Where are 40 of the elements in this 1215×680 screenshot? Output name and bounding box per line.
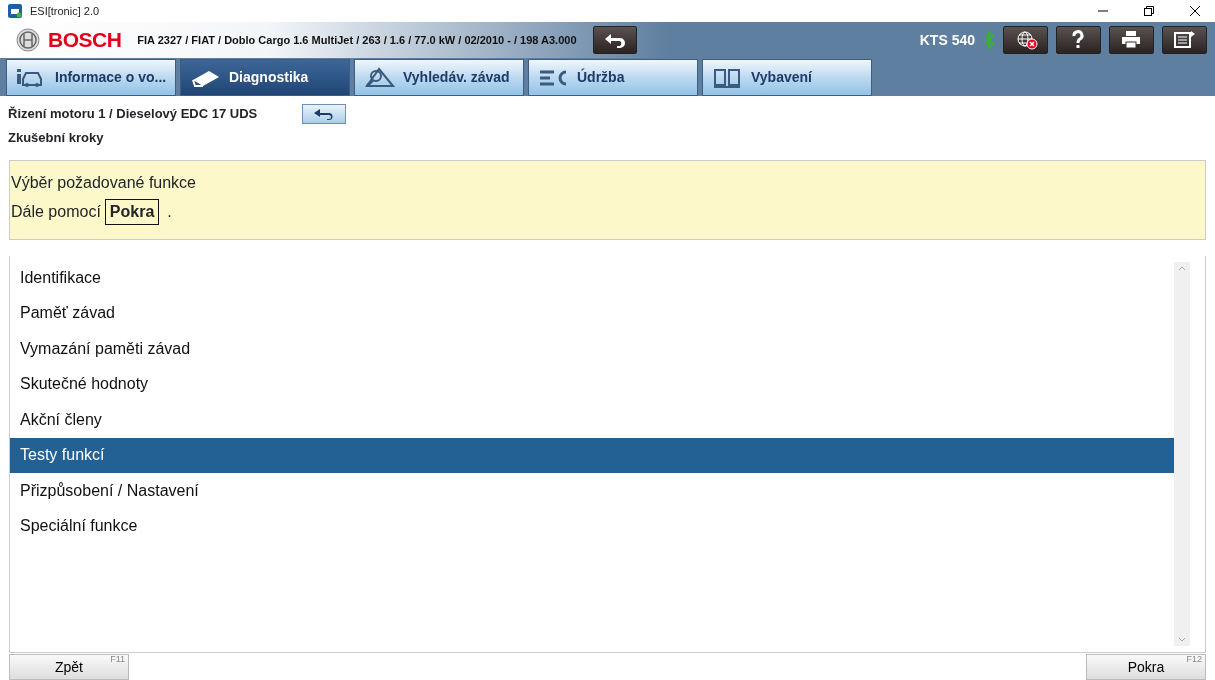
list-item[interactable]: Testy funkcí xyxy=(10,437,1174,473)
toolbar-button[interactable] xyxy=(1162,26,1207,54)
list-item[interactable]: Přizpůsobení / Nastavení xyxy=(10,473,1174,509)
shortcut-key: F12 xyxy=(1186,655,1202,664)
menu-list-icon xyxy=(1172,29,1197,51)
search-icon xyxy=(363,65,395,90)
footer-button[interactable]: Pokra F12 xyxy=(1086,654,1206,680)
tab[interactable]: Vyhledáv. závad xyxy=(354,59,524,96)
brand-name: BOSCH xyxy=(48,27,122,54)
window-title: ESI[tronic] 2.0 xyxy=(30,3,101,19)
toolbar-button[interactable] xyxy=(1003,26,1048,54)
list-item[interactable]: Vymazání paměti závad xyxy=(10,331,1174,367)
toolbar-button[interactable] xyxy=(1109,26,1154,54)
device-name: KTS 540 xyxy=(919,30,975,50)
brand-logo-icon xyxy=(16,28,40,52)
list-item[interactable]: Paměť závad xyxy=(10,295,1174,331)
shortcut-key: F11 xyxy=(110,655,125,664)
close-icon[interactable] xyxy=(1189,5,1201,17)
toolbar-button[interactable] xyxy=(1056,26,1101,54)
vehicle-info: FIA 2327 / FIAT / Doblo Cargo 1.6 MultiJet / 263 / 1.6 / 77.0 kW / 02/2010 - / 198 A3.000 xyxy=(137,32,577,48)
key-label: Pokra xyxy=(104,199,160,225)
list-item[interactable]: Akční členy xyxy=(10,402,1174,438)
tab[interactable]: Vybavení xyxy=(702,59,872,96)
back-button[interactable] xyxy=(302,104,347,124)
back-button[interactable] xyxy=(592,26,637,54)
tab[interactable]: Diagnostika xyxy=(180,59,350,96)
footer-button[interactable]: Zpět F11 xyxy=(9,654,129,680)
instruction-text: Dále pomocí xyxy=(11,202,101,222)
tab[interactable]: Údržba xyxy=(528,59,698,96)
list-item[interactable]: Speciální funkce xyxy=(10,508,1174,544)
tab[interactable]: Informace o vo... xyxy=(6,59,176,96)
list-item[interactable]: Identifikace xyxy=(10,260,1174,296)
step-title: Zkušební kroky xyxy=(8,129,105,147)
app-icon xyxy=(8,4,22,18)
instruction-text: Výběr požadované funkce xyxy=(11,173,197,193)
instruction-text: . xyxy=(167,202,172,222)
bluetooth-icon xyxy=(983,30,995,50)
restore-icon[interactable] xyxy=(1143,5,1155,17)
list-item[interactable]: Skutečné hodnoty xyxy=(10,366,1174,402)
breadcrumb-path: Řizení motoru 1 / Dieselový EDC 17 UDS xyxy=(8,105,258,124)
